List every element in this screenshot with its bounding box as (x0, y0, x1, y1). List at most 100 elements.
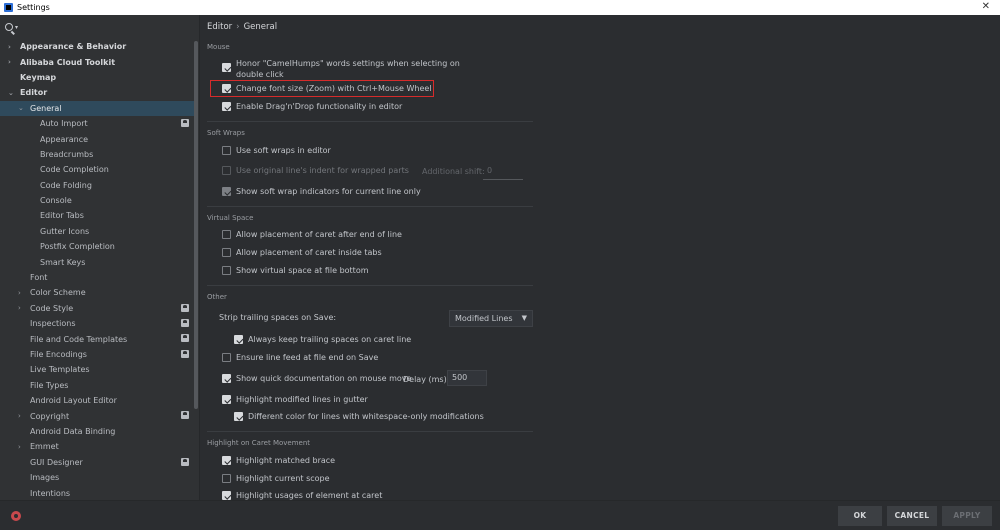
sidebar-item[interactable]: › Color Scheme (0, 285, 197, 300)
sidebar-item[interactable]: › Alibaba Cloud Toolkit (0, 54, 197, 69)
sidebar-item-label: General (30, 103, 62, 113)
breadcrumb-parent[interactable]: Editor (207, 22, 232, 32)
checkbox[interactable] (222, 456, 231, 465)
sidebar-item[interactable]: File and Code Templates (0, 331, 197, 346)
option-quick-doc[interactable]: Show quick documentation on mouse move (222, 374, 411, 383)
checkbox[interactable] (222, 230, 231, 239)
checkbox[interactable] (222, 187, 231, 196)
option-label: Use original line's indent for wrapped p… (236, 166, 409, 175)
sidebar-item[interactable]: Auto Import (0, 116, 197, 131)
apply-button[interactable]: APPLY (942, 506, 992, 526)
sidebar-item[interactable]: Code Completion (0, 162, 197, 177)
sidebar-item-label: Intentions (30, 488, 71, 498)
sidebar-item[interactable]: › Code Style (0, 301, 197, 316)
sidebar-item[interactable]: Code Folding (0, 178, 197, 193)
strip-trailing-select[interactable]: Modified Lines ▼ (449, 310, 533, 327)
chevron-right-icon[interactable]: › (18, 304, 21, 312)
checkbox[interactable] (222, 63, 231, 72)
checkbox[interactable] (222, 266, 231, 275)
checkbox[interactable] (222, 146, 231, 155)
checkbox[interactable] (222, 491, 231, 500)
sidebar-item-label: File Encodings (30, 350, 87, 359)
sidebar-item[interactable]: Appearance (0, 131, 197, 146)
section-mouse-title: Mouse (207, 43, 230, 51)
sidebar-item[interactable]: Android Data Binding (0, 424, 197, 439)
sidebar-item[interactable]: Inspections (0, 316, 197, 331)
sidebar-item[interactable]: Editor Tabs (0, 208, 197, 223)
cancel-button[interactable]: CANCEL (887, 506, 937, 526)
sidebar-item[interactable]: File Encodings (0, 347, 197, 362)
sidebar-item-label: Android Data Binding (30, 426, 116, 436)
sidebar-item[interactable]: Gutter Icons (0, 224, 197, 239)
chevron-right-icon[interactable]: › (18, 412, 21, 420)
option-label: Enable Drag'n'Drop functionality in edit… (236, 102, 403, 111)
sidebar-item[interactable]: › Appearance & Behavior (0, 39, 197, 54)
sidebar-item[interactable]: Live Templates (0, 362, 197, 377)
sidebar-item[interactable]: Font (0, 270, 197, 285)
checkbox[interactable] (222, 248, 231, 257)
option-usages-at-caret[interactable]: Highlight usages of element at caret (222, 491, 382, 500)
sidebar-item[interactable]: › Copyright (0, 408, 197, 423)
sidebar-item[interactable]: Smart Keys (0, 254, 197, 269)
chevron-down-icon: ▼ (521, 314, 527, 322)
sidebar-item[interactable]: GUI Designer (0, 455, 197, 470)
checkbox[interactable] (222, 166, 231, 175)
chevron-right-icon[interactable]: › (8, 43, 11, 51)
checkbox[interactable] (234, 412, 243, 421)
checkbox[interactable] (222, 353, 231, 362)
sidebar-item[interactable]: Postfix Completion (0, 239, 197, 254)
section-divider (207, 206, 533, 207)
option-soft-wraps[interactable]: Use soft wraps in editor (222, 146, 331, 155)
search-icon[interactable] (5, 23, 13, 31)
chevron-right-icon[interactable]: › (18, 289, 21, 297)
checkbox[interactable] (222, 102, 231, 111)
sidebar-item-label: Editor (20, 88, 48, 98)
checkbox[interactable] (222, 374, 231, 383)
option-original-indent[interactable]: Use original line's indent for wrapped p… (222, 166, 409, 175)
option-caret-inside-tabs[interactable]: Allow placement of caret inside tabs (222, 248, 382, 257)
sidebar-item[interactable]: Breadcrumbs (0, 147, 197, 162)
sidebar-item-label: Emmet (30, 442, 59, 452)
search-field[interactable]: ▾ (0, 15, 199, 39)
ok-button[interactable]: OK (838, 506, 882, 526)
option-highlight-modified[interactable]: Highlight modified lines in gutter (222, 395, 368, 404)
sidebar-item[interactable]: Keymap (0, 70, 197, 85)
option-different-color[interactable]: Different color for lines with whitespac… (234, 412, 484, 421)
option-matched-brace[interactable]: Highlight matched brace (222, 456, 335, 465)
option-camel-humps[interactable]: Honor "CamelHumps" words settings when s… (222, 58, 460, 80)
checkbox[interactable] (222, 474, 231, 483)
sidebar-item-label: Android Layout Editor (30, 396, 117, 406)
option-soft-wrap-indicators[interactable]: Show soft wrap indicators for current li… (222, 187, 421, 196)
chevron-right-icon[interactable]: › (18, 443, 21, 451)
chevron-down-icon[interactable]: ⌄ (8, 89, 14, 97)
option-label: Highlight matched brace (236, 456, 336, 465)
sidebar-scrollbar[interactable] (194, 41, 198, 409)
option-keep-trailing-caret[interactable]: Always keep trailing spaces on caret lin… (234, 335, 411, 344)
close-icon[interactable]: ✕ (982, 1, 990, 12)
delay-input[interactable]: 500 (447, 370, 487, 386)
sidebar-item[interactable]: Images (0, 470, 197, 485)
chevron-down-icon[interactable]: ⌄ (18, 104, 24, 112)
option-ensure-line-feed[interactable]: Ensure line feed at file end on Save (222, 353, 378, 362)
sidebar-item-label: File Types (30, 380, 69, 390)
sidebar-item[interactable]: Intentions (0, 485, 197, 500)
checkbox[interactable] (222, 395, 231, 404)
sidebar-item[interactable]: Console (0, 193, 197, 208)
sidebar-item[interactable]: Android Layout Editor (0, 393, 197, 408)
option-virtual-space-bottom[interactable]: Show virtual space at file bottom (222, 266, 369, 275)
additional-shift-input[interactable]: 0 (483, 164, 523, 180)
sidebar-item[interactable]: ⌄ General (0, 100, 197, 116)
help-icon[interactable] (11, 511, 21, 521)
search-options-icon[interactable]: ▾ (15, 24, 18, 31)
sidebar-item-label: Live Templates (30, 365, 90, 375)
chevron-right-icon[interactable]: › (8, 58, 11, 66)
checkbox[interactable] (234, 335, 243, 344)
sidebar-item[interactable]: › Emmet (0, 439, 197, 454)
sidebar-item-label: Editor Tabs (40, 211, 84, 221)
option-drag-drop[interactable]: Enable Drag'n'Drop functionality in edit… (222, 102, 402, 111)
settings-tree: › Appearance & Behavior › Alibaba Cloud Too… (0, 39, 197, 501)
sidebar-item[interactable]: ⌄ Editor (0, 85, 197, 100)
sidebar-item[interactable]: File Types (0, 378, 197, 393)
option-caret-after-eol[interactable]: Allow placement of caret after end of li… (222, 230, 402, 239)
option-current-scope[interactable]: Highlight current scope (222, 474, 330, 483)
